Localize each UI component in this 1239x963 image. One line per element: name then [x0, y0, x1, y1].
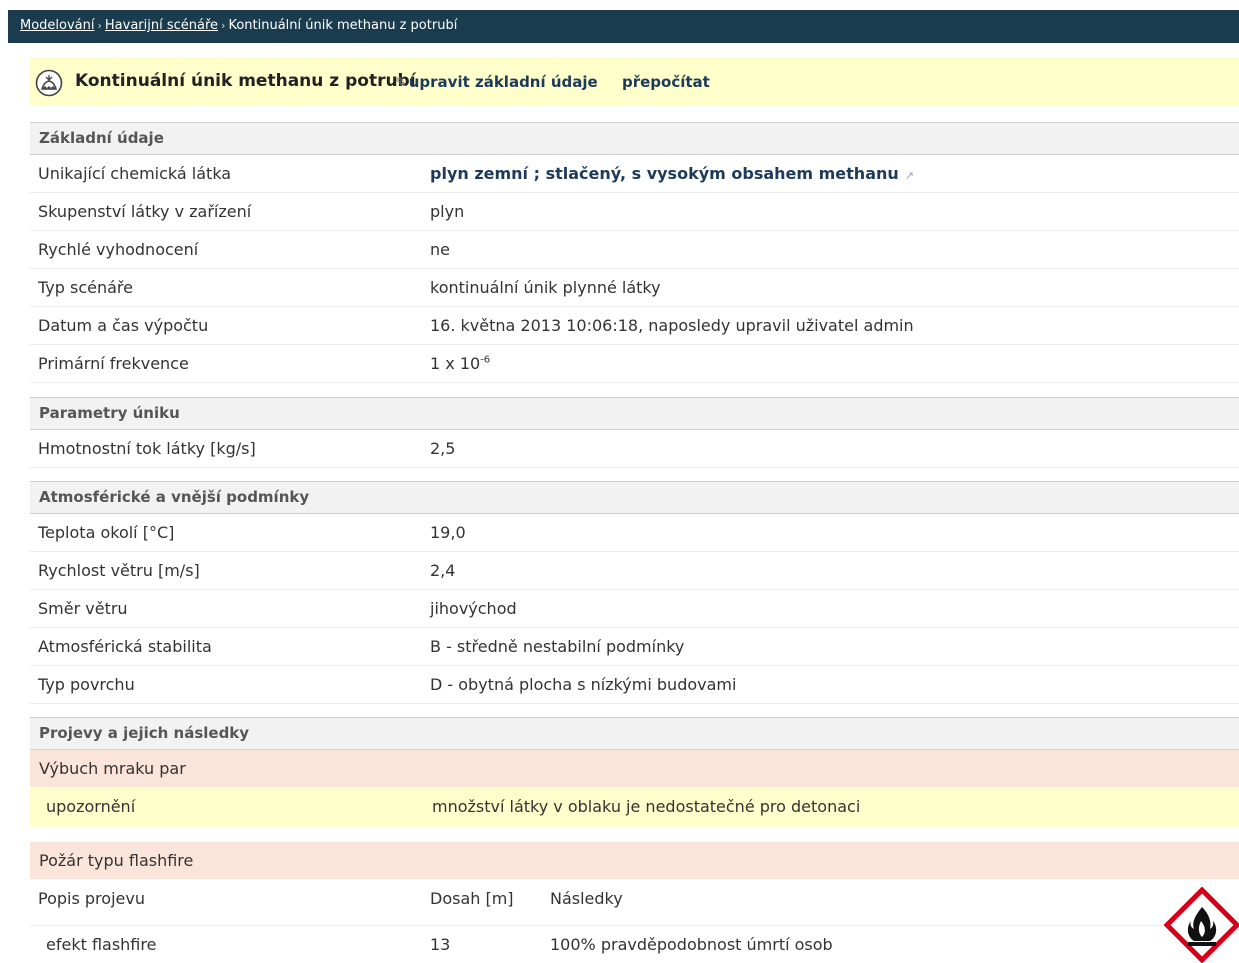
row-value: kontinuální únik plynné látky [430, 278, 661, 297]
recalculate-link[interactable]: přepočítat [622, 73, 710, 91]
scenario-header: Kontinuální únik methanu z potrubí ✎ upra… [30, 57, 1239, 106]
row-value: plyn [430, 202, 465, 221]
effect-title: Výbuch mraku par [39, 759, 186, 778]
section-basic-data: Základní údaje [30, 122, 1239, 155]
row-label: Směr větru [38, 599, 128, 618]
section-title: Základní údaje [39, 129, 164, 147]
row-label: Atmosférická stabilita [38, 637, 212, 656]
row-state: Skupenství látky v zařízení plyn [30, 193, 1239, 231]
section-release-params: Parametry úniku [30, 397, 1239, 430]
row-label: Skupenství látky v zařízení [38, 202, 252, 221]
col-header-range: Dosah [m] [430, 889, 514, 908]
section-effects: Projevy a jejich následky [30, 717, 1239, 750]
warning-label: upozornění [46, 797, 136, 816]
row-scenario-type: Typ scénáře kontinuální únik plynné látk… [30, 269, 1239, 307]
row-substance: Unikající chemická látka plyn zemní ; st… [30, 155, 1239, 193]
breadcrumb-separator: › [97, 19, 102, 32]
breadcrumb-separator: › [221, 19, 226, 32]
row-label: Rychlé vyhodnocení [38, 240, 199, 259]
frequency-value: 1 x 10-6 [430, 354, 490, 373]
flammable-hazard-icon [1164, 887, 1239, 963]
cell-consequences: 100% pravděpodobnost úmrtí osob [550, 935, 833, 954]
frequency-exponent: -6 [480, 354, 491, 366]
row-label: Typ povrchu [38, 675, 135, 694]
row-calc-date: Datum a čas výpočtu 16. května 2013 10:0… [30, 307, 1239, 345]
col-header-consequences: Následky [550, 889, 623, 908]
edit-basic-data-label: upravit základní údaje [408, 73, 598, 91]
row-label: Teplota okolí [°C] [38, 523, 175, 542]
cell-description: efekt flashfire [46, 935, 157, 954]
table-row: efekt flashfire 13 100% pravděpodobnost … [30, 926, 1239, 962]
row-label: Typ scénáře [38, 278, 133, 297]
row-value: D - obytná plocha s nízkými budovami [430, 675, 737, 694]
row-value: B - středně nestabilní podmínky [430, 637, 685, 656]
warning-row: upozornění množství látky v oblaku je ne… [30, 787, 1239, 827]
scenario-icon [35, 69, 63, 97]
row-wind-direction: Směr větru jihovýchod [30, 590, 1239, 628]
effects-table-header: Popis projevu Dosah [m] Následky [30, 880, 1239, 926]
pencil-icon: ✎ [395, 75, 407, 91]
row-label: Hmotnostní tok látky [kg/s] [38, 439, 256, 458]
section-title: Parametry úniku [39, 404, 180, 422]
col-header-description: Popis projevu [38, 889, 145, 908]
row-value: 2,4 [430, 561, 456, 580]
breadcrumb-modelovani-link[interactable]: Modelování [20, 18, 95, 33]
row-value: ne [430, 240, 450, 259]
row-value: 16. května 2013 10:06:18, naposledy upra… [430, 316, 914, 335]
effect-title: Požár typu flashfire [39, 851, 194, 870]
effect-flashfire-heading: Požár typu flashfire [30, 842, 1239, 879]
row-quick-eval: Rychlé vyhodnocení ne [30, 231, 1239, 269]
page-title: Kontinuální únik methanu z potrubí [75, 71, 416, 91]
row-value: 2,5 [430, 439, 456, 458]
row-temperature: Teplota okolí [°C] 19,0 [30, 514, 1239, 552]
cell-range: 13 [430, 935, 451, 954]
external-link-icon: ↗ [904, 169, 914, 182]
breadcrumb-current: Kontinuální únik methanu z potrubí [228, 18, 458, 33]
row-value: 19,0 [430, 523, 466, 542]
section-title: Projevy a jejich následky [39, 724, 250, 742]
row-mass-flow: Hmotnostní tok látky [kg/s] 2,5 [30, 430, 1239, 468]
row-label: Primární frekvence [38, 354, 189, 373]
substance-link[interactable]: plyn zemní ; stlačený, s vysokým obsahem… [430, 164, 914, 183]
substance-value: plyn zemní ; stlačený, s vysokým obsahem… [430, 164, 899, 183]
effect-vce-heading: Výbuch mraku par [30, 750, 1239, 787]
warning-value: množství látky v oblaku je nedostatečné … [432, 797, 861, 816]
row-value: jihovýchod [430, 599, 517, 618]
row-primary-frequency: Primární frekvence 1 x 10-6 [30, 345, 1239, 383]
row-wind-speed: Rychlost větru [m/s] 2,4 [30, 552, 1239, 590]
edit-basic-data-link[interactable]: ✎ upravit základní údaje [395, 73, 598, 91]
breadcrumb: Modelování › Havarijní scénáře › Kontinuální… [20, 18, 457, 33]
row-surface-type: Typ povrchu D - obytná plocha s nízkými … [30, 666, 1239, 704]
row-stability: Atmosférická stabilita B - středně nesta… [30, 628, 1239, 666]
section-atmospheric: Atmosférické a vnější podmínky [30, 481, 1239, 514]
row-label: Datum a čas výpočtu [38, 316, 209, 335]
breadcrumb-scenarios-link[interactable]: Havarijní scénáře [105, 18, 218, 33]
top-nav-bar: Modelování › Havarijní scénáře › Kontinuální… [8, 10, 1239, 43]
frequency-base: 1 x 10 [430, 354, 481, 373]
row-label: Unikající chemická látka [38, 164, 232, 183]
section-title: Atmosférické a vnější podmínky [39, 488, 310, 506]
row-label: Rychlost větru [m/s] [38, 561, 200, 580]
